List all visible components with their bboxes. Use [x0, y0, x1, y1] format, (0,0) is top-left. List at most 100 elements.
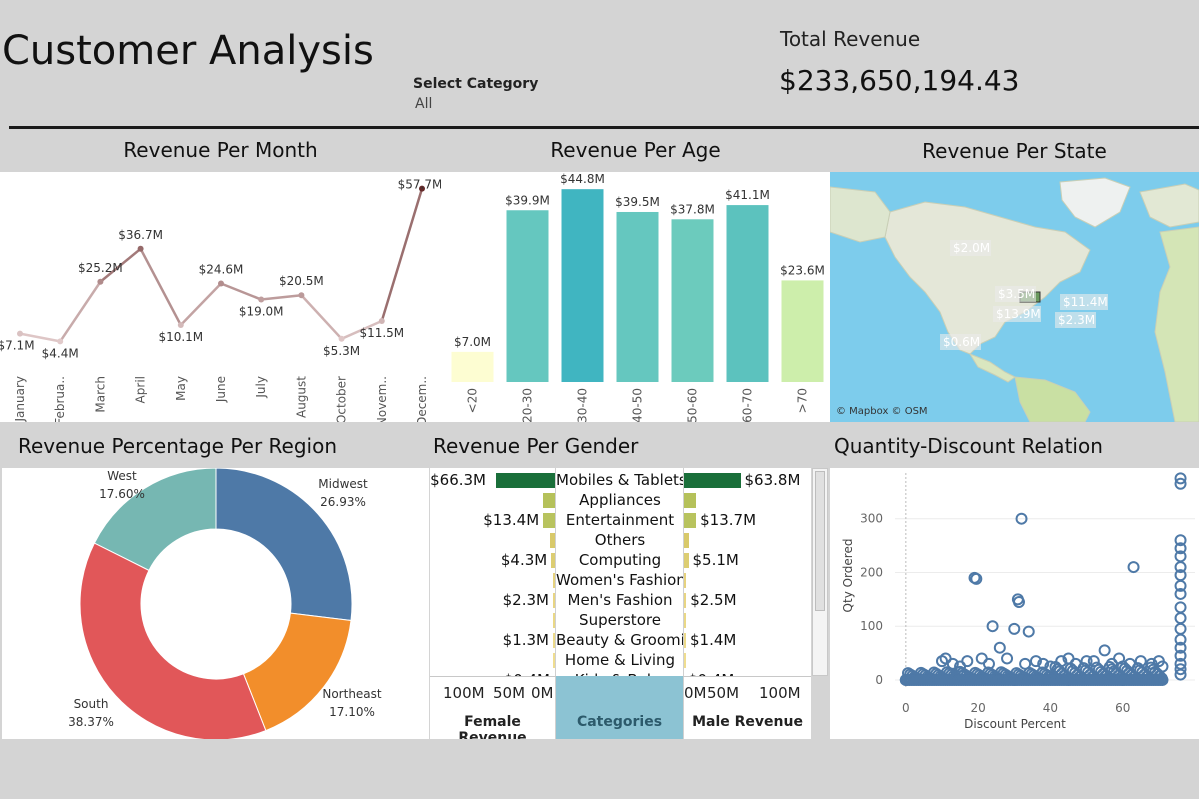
category-label[interactable]: Beauty & Grooming [556, 631, 684, 649]
scatter-point[interactable] [1008, 622, 1021, 635]
month-line-segment [380, 188, 424, 322]
category-label[interactable]: Superstore [556, 611, 684, 629]
month-line-segment [59, 281, 102, 343]
month-point[interactable] [218, 280, 224, 287]
revenue-per-region-panel[interactable]: Midwest 26.93% Northeast 17.10% South 38.37% W… [2, 467, 429, 741]
category-label[interactable]: Home & Living [556, 651, 684, 669]
female-bar[interactable] [543, 513, 555, 528]
gender-row[interactable]: Home & Living [430, 651, 811, 671]
male-bar[interactable] [684, 473, 741, 488]
scatter-point[interactable] [1174, 612, 1187, 625]
category-label[interactable]: Entertainment [556, 511, 684, 529]
male-bar[interactable] [684, 553, 689, 568]
gender-row[interactable]: Computing $4.3M $5.1M [430, 551, 811, 571]
age-bar[interactable] [671, 219, 714, 382]
gender-row[interactable]: Superstore [430, 611, 811, 631]
age-value-label: $23.6M [780, 263, 825, 277]
gender-row[interactable]: Mobiles & Tablets $66.3M $63.8M [430, 471, 811, 491]
male-value-label: $2.5M [690, 591, 737, 609]
revenue-per-state-map[interactable]: $2.0M $3.5M $11.4M $13.9M $2.3M $0.6M © Mapbo… [830, 172, 1199, 422]
male-bar[interactable] [684, 613, 686, 628]
gender-scrollbar-thumb[interactable] [815, 471, 825, 611]
month-tick-label: April [134, 376, 148, 403]
scatter-point[interactable] [961, 655, 974, 668]
scatter-point[interactable] [1098, 644, 1111, 657]
month-value-label: $25.2M [78, 261, 123, 275]
gender-row[interactable]: Women's Fashion [430, 571, 811, 591]
gender-row[interactable]: Entertainment $13.4M $13.7M [430, 511, 811, 531]
region-donut-chart[interactable]: Midwest 26.93% Northeast 17.10% South 38.37% W… [2, 467, 429, 741]
categories-header[interactable]: Categories [556, 714, 683, 730]
month-point[interactable] [378, 318, 385, 325]
male-bar[interactable] [684, 633, 686, 648]
gender-row[interactable]: Others [430, 531, 811, 551]
female-revenue-header: Female Revenue [458, 714, 527, 739]
state-value-label: $0.6M [943, 335, 980, 349]
month-tick-label: June [214, 376, 228, 403]
female-axis-tick: 50M [493, 684, 526, 702]
month-point[interactable] [258, 296, 265, 303]
quantity-discount-scatter[interactable]: 0 100 200 300 0 20 40 60 Discount Percent Qty Ord… [830, 468, 1199, 739]
month-point[interactable] [57, 338, 64, 345]
category-filter-dropdown[interactable]: All [415, 96, 432, 112]
quantity-discount-panel[interactable]: 0 100 200 300 0 20 40 60 Discount Percent Qty Ord… [830, 468, 1199, 739]
revenue-per-age-chart[interactable]: $7.0M <20 $39.9M 20-30 $44.8M 30-40 $39.5M 40-5… [441, 172, 830, 423]
age-tick-label: 20-30 [521, 388, 535, 422]
male-bar[interactable] [684, 513, 697, 528]
map-attribution: © Mapbox © OSM [836, 406, 928, 417]
revenue-per-age-title: Revenue Per Age [550, 138, 721, 162]
category-label[interactable]: Mobiles & Tablets [556, 471, 684, 489]
male-bar[interactable] [684, 573, 687, 588]
month-point[interactable] [137, 245, 144, 252]
age-bar[interactable] [451, 351, 494, 382]
month-line-segment [300, 294, 343, 340]
month-tick-label: Februa.. [53, 376, 67, 422]
month-value-label: $4.4M [42, 346, 79, 360]
category-label[interactable]: Women's Fashion [556, 571, 684, 589]
month-point[interactable] [177, 322, 184, 329]
revenue-per-month-chart[interactable]: $7.1M January $4.4M Februa.. $25.2M March $36.… [0, 172, 442, 427]
gender-row[interactable]: Appliances [430, 491, 811, 511]
gender-scrollbar[interactable] [812, 468, 828, 676]
male-bar[interactable] [684, 533, 690, 548]
age-bar[interactable] [781, 280, 824, 382]
male-bar[interactable] [684, 593, 687, 608]
world-map[interactable]: $2.0M $3.5M $11.4M $13.9M $2.3M $0.6M © Mapbo… [830, 172, 1199, 422]
category-label[interactable]: Others [556, 531, 684, 549]
month-point[interactable] [338, 335, 345, 342]
gender-row[interactable]: Beauty & Grooming $1.3M $1.4M [430, 631, 811, 651]
category-label[interactable]: Appliances [556, 491, 684, 509]
scatter-y-label: Qty Ordered [841, 539, 855, 613]
month-point[interactable] [97, 278, 104, 285]
female-bar[interactable] [542, 493, 555, 508]
scatter-point[interactable] [1022, 625, 1035, 638]
gender-row[interactable]: Men's Fashion $2.3M $2.5M [430, 591, 811, 611]
age-bar[interactable] [616, 211, 659, 382]
age-bar[interactable] [726, 205, 769, 382]
age-bar[interactable] [506, 210, 549, 382]
scatter-point[interactable] [1001, 652, 1014, 665]
scatter-point[interactable] [1127, 561, 1140, 574]
category-label[interactable]: Computing [556, 551, 684, 569]
region-pct-label: 38.37% [68, 715, 114, 729]
gender-rows-area[interactable]: Mobiles & Tablets $66.3M $63.8M Appliances E… [430, 468, 811, 676]
scatter-point[interactable] [1174, 622, 1187, 635]
scatter-point[interactable] [1019, 657, 1032, 670]
north-america-landmass [884, 201, 1091, 355]
scatter-y-tick: 200 [860, 565, 883, 579]
category-label[interactable]: Men's Fashion [556, 591, 684, 609]
female-bar[interactable] [496, 473, 555, 488]
revenue-per-gender-panel[interactable]: Mobiles & Tablets $66.3M $63.8M Appliances E… [430, 468, 811, 739]
month-point[interactable] [298, 292, 305, 299]
revenue-per-month-panel[interactable]: $7.1M January $4.4M Februa.. $25.2M March $36.… [0, 172, 442, 427]
male-bar[interactable] [684, 493, 696, 508]
revenue-per-age-panel[interactable]: $7.0M <20 $39.9M 20-30 $44.8M 30-40 $39.5M 40-5… [441, 172, 830, 423]
month-line-segment [139, 248, 182, 326]
age-bar[interactable] [561, 189, 604, 382]
male-bar[interactable] [684, 653, 686, 668]
scatter-point[interactable] [993, 641, 1006, 654]
scatter-point[interactable] [1174, 601, 1187, 614]
month-line-segment [261, 293, 302, 301]
category-filter-label: Select Category [413, 76, 539, 92]
month-point[interactable] [17, 330, 23, 337]
